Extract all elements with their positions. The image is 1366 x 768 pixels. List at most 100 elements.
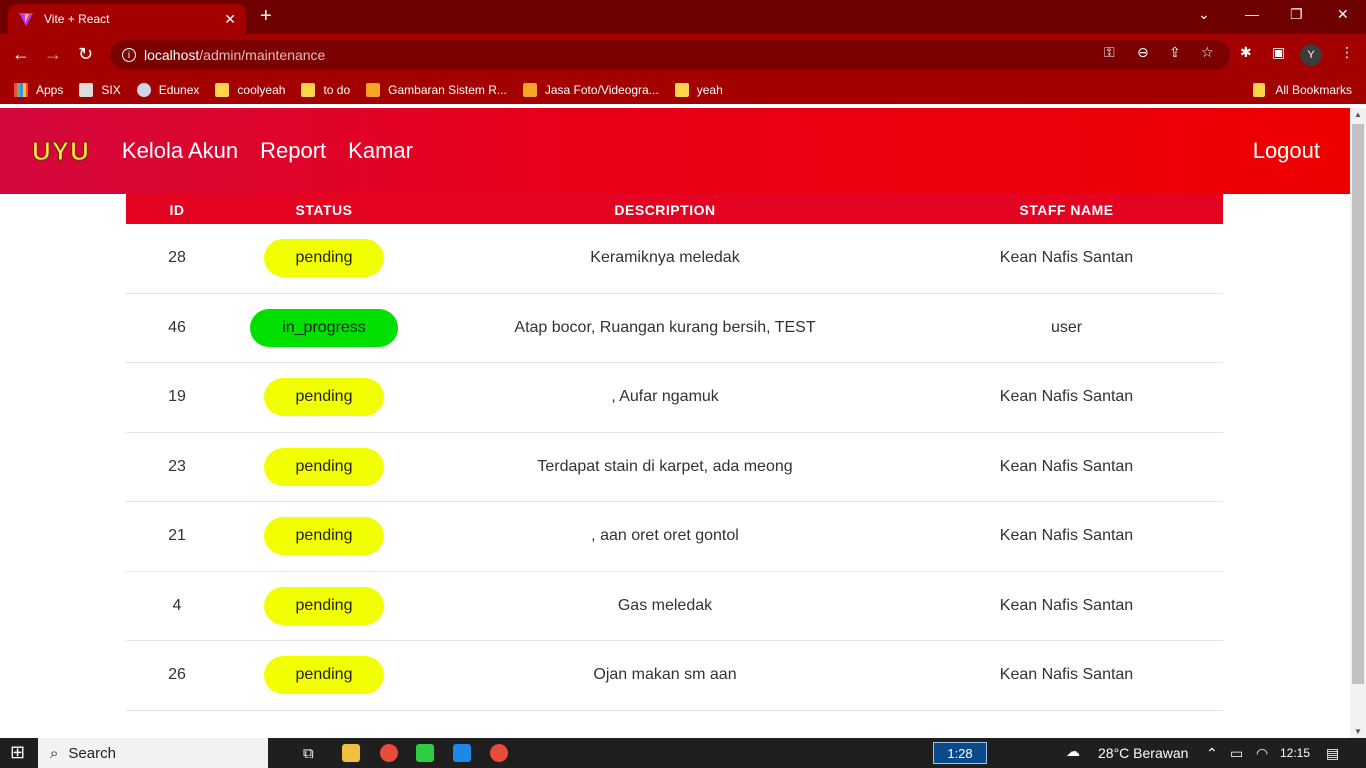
- bookmark-apps[interactable]: Apps: [14, 83, 63, 97]
- nav-report[interactable]: Report: [260, 138, 326, 164]
- cell-description: , aan oret oret gontol: [591, 527, 739, 545]
- weather-icon[interactable]: ☁: [1066, 743, 1080, 760]
- status-badge[interactable]: pending: [264, 378, 384, 417]
- status-badge[interactable]: pending: [264, 447, 384, 486]
- back-icon[interactable]: ←: [12, 44, 30, 64]
- bookmarks-bar: Apps SIX Edunex coolyeah to do Gambaran …: [0, 76, 1366, 104]
- table-row: 23 pending Terdapat stain di karpet, ada m…: [126, 433, 1223, 502]
- table-row: 19 pending , Aufar ngamuk Kean Nafis Santan: [126, 363, 1223, 433]
- folder-icon: [1253, 83, 1266, 97]
- bookmark-edunex[interactable]: Edunex: [136, 83, 199, 97]
- cell-status: pending: [228, 586, 420, 625]
- status-badge[interactable]: pending: [264, 656, 384, 695]
- cell-staff-name: user: [1050, 318, 1083, 336]
- header-id: ID: [169, 202, 185, 218]
- all-bookmarks[interactable]: All Bookmarks: [1253, 83, 1352, 97]
- url-host: localhost: [144, 47, 200, 63]
- status-badge[interactable]: in_progress: [250, 308, 398, 347]
- zoom-icon[interactable]: ⊖: [1137, 44, 1149, 61]
- maintenance-table: ID STATUS DESCRIPTION STAFF NAME 28 pendi…: [126, 188, 1223, 711]
- nav-kelola-akun[interactable]: Kelola Akun: [122, 138, 238, 164]
- browser-tab[interactable]: Vite + React ✕: [8, 4, 246, 34]
- minimize-icon[interactable]: —: [1245, 6, 1259, 22]
- line-icon[interactable]: [416, 744, 434, 762]
- cell-status: pending: [228, 517, 420, 556]
- search-icon: ⌕: [50, 744, 59, 762]
- table-row: 4 pending Gas meledak Kean Nafis Santan: [126, 572, 1223, 641]
- table-row: 26 pending Ojan makan sm aan Kean Nafis San…: [126, 641, 1223, 711]
- clock-widget[interactable]: 1:28: [933, 742, 987, 764]
- table-body: 28 pending Keramiknya meledak Kean Nafis Sa…: [126, 224, 1223, 711]
- status-badge[interactable]: pending: [264, 586, 384, 625]
- status-badge[interactable]: pending: [264, 517, 384, 556]
- cell-id: 46: [168, 318, 186, 336]
- reload-icon[interactable]: ↻: [78, 44, 93, 64]
- star-icon[interactable]: ☆: [1201, 44, 1214, 61]
- address-bar[interactable]: i localhost /admin/maintenance: [110, 40, 1230, 70]
- bookmark-six[interactable]: SIX: [79, 83, 121, 97]
- bookmark-to-do[interactable]: to do: [301, 83, 350, 97]
- menu-icon[interactable]: ⋮: [1340, 44, 1354, 61]
- browser-toolbar: ← → ↻ i localhost /admin/maintenance: [0, 34, 1366, 76]
- folder-icon: [301, 83, 316, 97]
- folder-icon: [674, 83, 689, 97]
- header-staff-name: STAFF NAME: [1019, 202, 1114, 218]
- header-status: STATUS: [295, 202, 353, 218]
- file-explorer-icon[interactable]: [342, 744, 360, 762]
- chrome-icon[interactable]: [490, 744, 508, 762]
- avatar[interactable]: Y: [1300, 44, 1322, 66]
- wifi-icon[interactable]: ◠: [1256, 745, 1268, 762]
- cell-status: pending: [228, 447, 420, 486]
- close-icon[interactable]: ✕: [224, 11, 236, 28]
- nav-kamar[interactable]: Kamar: [348, 138, 413, 164]
- page-content: UYU Kelola Akun Report Kamar Logout ID S…: [0, 108, 1350, 738]
- scroll-down-icon[interactable]: ▼: [1354, 727, 1362, 736]
- bookmark-gambaran[interactable]: Gambaran Sistem R...: [366, 83, 507, 97]
- logout-button[interactable]: Logout: [1253, 138, 1320, 164]
- app-logo[interactable]: UYU: [32, 135, 90, 167]
- site-info-icon[interactable]: i: [122, 48, 136, 62]
- cell-description: Gas meledak: [617, 596, 713, 614]
- six-icon: [79, 83, 94, 97]
- restore-icon[interactable]: ❐: [1290, 6, 1303, 23]
- cell-description: , Aufar ngamuk: [611, 388, 719, 406]
- battery-icon[interactable]: ▭: [1230, 745, 1243, 762]
- url-path: /admin/maintenance: [199, 47, 326, 63]
- side-panel-icon[interactable]: ▣: [1272, 44, 1285, 61]
- chevron-down-icon[interactable]: ⌄: [1198, 6, 1210, 23]
- chevron-up-icon[interactable]: ⌃: [1206, 745, 1218, 762]
- status-badge[interactable]: pending: [264, 239, 384, 278]
- table-row: 28 pending Keramiknya meledak Kean Nafis Sa…: [126, 224, 1223, 294]
- chrome-icon[interactable]: [380, 744, 398, 762]
- edunex-icon: [136, 83, 151, 97]
- share-icon[interactable]: ⇪: [1169, 44, 1181, 61]
- cell-staff-name: Kean Nafis Santan: [999, 527, 1134, 545]
- cell-status: in_progress: [228, 308, 420, 347]
- scrollbar-thumb[interactable]: [1352, 124, 1364, 684]
- windows-taskbar: ⊞ ⌕ Search ⧉ 1:28 ☁ 28°C Berawan ⌃ ▭ ◠ 1…: [0, 738, 1366, 768]
- bookmark-coolyeah[interactable]: coolyeah: [215, 83, 285, 97]
- notification-icon[interactable]: ▤: [1326, 745, 1339, 762]
- task-view-icon[interactable]: ⧉: [303, 745, 314, 762]
- cell-staff-name: Kean Nafis Santan: [999, 596, 1134, 614]
- cell-staff-name: Kean Nafis Santan: [999, 388, 1134, 406]
- window-close-icon[interactable]: ✕: [1337, 6, 1349, 23]
- vite-icon: [19, 13, 33, 26]
- scroll-up-icon[interactable]: ▲: [1354, 110, 1362, 119]
- site-icon: [366, 83, 381, 97]
- forward-icon[interactable]: →: [44, 44, 62, 64]
- new-tab-button[interactable]: +: [260, 6, 272, 26]
- windows-start-icon[interactable]: ⊞: [10, 742, 25, 763]
- extensions-icon[interactable]: ✱: [1240, 44, 1252, 61]
- bookmark-jasa-foto[interactable]: Jasa Foto/Videogra...: [522, 83, 659, 97]
- cell-id: 23: [168, 457, 186, 475]
- weather-text[interactable]: 28°C Berawan: [1098, 745, 1188, 761]
- bookmark-yeah[interactable]: yeah: [674, 83, 723, 97]
- key-icon[interactable]: ⚿: [1104, 44, 1115, 61]
- taskbar-search[interactable]: ⌕ Search: [38, 738, 268, 768]
- cell-staff-name: Kean Nafis Santan: [999, 249, 1134, 267]
- taskbar-time[interactable]: 12:15: [1280, 746, 1310, 760]
- page-scrollbar[interactable]: ▲ ▼: [1350, 108, 1366, 738]
- vscode-icon[interactable]: [453, 744, 471, 762]
- cell-description: Terdapat stain di karpet, ada meong: [537, 457, 793, 475]
